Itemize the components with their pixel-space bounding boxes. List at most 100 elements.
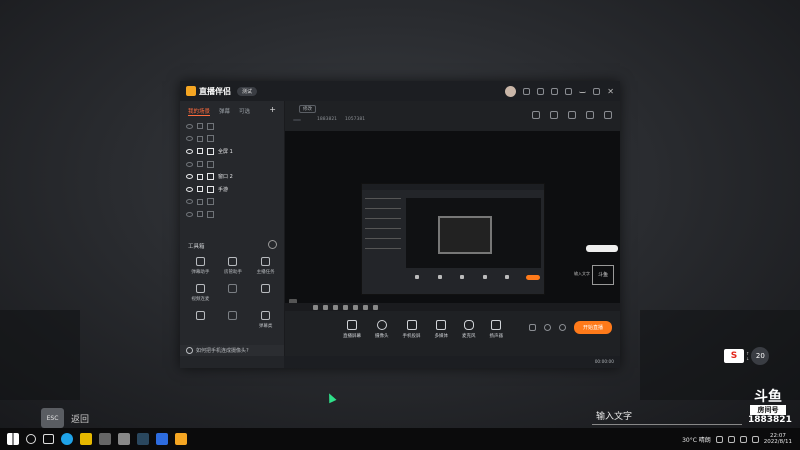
scene-item[interactable] (180, 158, 284, 171)
title-bar: 直播伴侣 测试 ✕ (180, 81, 620, 101)
minimize-icon[interactable] (579, 89, 587, 93)
preview-taskbar (285, 303, 620, 311)
category-selector[interactable] (293, 118, 301, 121)
toolbox-settings-icon[interactable] (268, 240, 277, 249)
scene-item[interactable] (180, 208, 284, 221)
tool-item[interactable] (184, 311, 217, 329)
edge-icon[interactable] (61, 433, 73, 445)
network-icon[interactable] (727, 435, 735, 443)
scene-item[interactable]: 窗口 2 (180, 170, 284, 183)
back-label[interactable]: 返回 (71, 412, 89, 425)
media-button[interactable]: 多媒体 (434, 319, 449, 339)
scene-item[interactable] (180, 120, 284, 133)
volume-icon[interactable] (739, 435, 747, 443)
eye-icon[interactable] (186, 148, 193, 154)
avatar[interactable] (505, 85, 517, 97)
weather[interactable]: 30°C 晴朗 (682, 435, 711, 444)
help-hint[interactable]: 如何把手机连成摄像头? (180, 345, 284, 356)
windows-taskbar: 30°C 晴朗 22:07 2022/8/11 (0, 428, 800, 450)
tool-item[interactable]: 视频连麦 (184, 284, 217, 302)
settings-icon[interactable] (558, 324, 566, 331)
tab-my-scenes[interactable]: 我的场景 (188, 107, 211, 116)
steam-icon[interactable] (137, 433, 149, 445)
gift-icon[interactable] (551, 87, 559, 95)
video-camera-icon[interactable] (528, 324, 536, 331)
gift-box-icon[interactable] (532, 111, 540, 119)
tool-item[interactable]: 房管助手 (217, 257, 250, 275)
lock-icon[interactable] (197, 161, 203, 168)
lock-icon[interactable] (197, 198, 203, 205)
windows-start-icon[interactable] (7, 433, 19, 445)
support-icon[interactable] (523, 87, 531, 95)
record-icon[interactable] (568, 111, 576, 119)
tool-item[interactable]: 弹幕助手 (184, 257, 217, 275)
app-icon[interactable] (80, 433, 92, 445)
scene-item[interactable] (180, 133, 284, 146)
tab-danmu[interactable]: 弹幕 (219, 107, 230, 116)
share-icon[interactable] (604, 111, 612, 119)
lock-icon[interactable] (550, 111, 558, 119)
cpu-usage: 20 (751, 347, 770, 365)
source-icon (207, 135, 214, 143)
eye-icon[interactable] (186, 161, 193, 167)
scene-item[interactable]: 手游 (180, 183, 284, 196)
danmu-helper-icon (195, 257, 205, 266)
microphone-button[interactable]: 麦克风 (462, 319, 476, 339)
tool-label: 房管助手 (223, 270, 242, 275)
edit-title-button[interactable]: 修改 (299, 105, 316, 113)
bell-icon[interactable] (586, 111, 594, 119)
tool-label: 视频连麦 (191, 297, 210, 302)
screen-capture-button[interactable]: 直播屏幕 (343, 319, 361, 339)
eye-icon[interactable] (186, 174, 193, 180)
eye-icon[interactable] (186, 211, 193, 217)
menu-icon[interactable] (565, 87, 573, 95)
add-scene-icon[interactable]: + (269, 106, 276, 116)
camera-button[interactable]: 摄像头 (375, 319, 389, 339)
search-icon[interactable] (26, 434, 36, 444)
text-input-placeholder[interactable]: 输入文字 (596, 409, 632, 422)
app-icon[interactable] (156, 433, 168, 445)
scene-item[interactable] (180, 196, 284, 209)
version-badge[interactable]: 测试 (237, 86, 258, 96)
chevron-up-icon[interactable] (715, 435, 723, 443)
tool-item[interactable] (217, 311, 250, 329)
lock-icon[interactable] (197, 148, 203, 155)
hint-text: 如何把手机连成摄像头? (196, 348, 249, 354)
lock-icon[interactable] (197, 135, 203, 142)
tool-item[interactable]: 主播任务 (249, 257, 282, 275)
esc-button[interactable]: ESC (41, 408, 64, 428)
close-icon[interactable]: ✕ (607, 87, 614, 95)
live-companion-taskbar-icon[interactable] (175, 433, 187, 445)
battery-icon[interactable] (751, 435, 759, 443)
lock-icon[interactable] (197, 186, 203, 193)
tool-item[interactable] (217, 284, 250, 302)
app-icon[interactable] (118, 433, 130, 445)
control-label: 多媒体 (434, 333, 449, 339)
app-icon[interactable] (99, 433, 111, 445)
message-icon[interactable] (537, 87, 545, 95)
speaker-button[interactable]: 扬声器 (490, 319, 503, 339)
stream-preview[interactable]: 斗鱼 输入文字 (285, 131, 620, 311)
eye-icon[interactable] (186, 123, 193, 129)
maximize-icon[interactable] (593, 87, 601, 95)
tab-optional[interactable]: 可选 (239, 107, 250, 116)
lock-icon[interactable] (197, 173, 203, 180)
performance-widget[interactable]: S ↑ ↓ 20 (724, 346, 800, 366)
download-icon (228, 284, 238, 293)
eye-icon[interactable] (186, 136, 193, 142)
tool-item[interactable]: 弹幕类 (249, 311, 282, 329)
phone-cast-button[interactable]: 手机投屏 (403, 319, 421, 339)
eye-icon[interactable] (186, 199, 193, 205)
eye-icon[interactable] (186, 186, 193, 192)
task-view-icon[interactable] (43, 434, 54, 444)
lock-icon[interactable] (197, 123, 203, 130)
microphone-icon (463, 319, 474, 330)
nested-preview-window (361, 183, 545, 295)
eye-icon[interactable] (543, 324, 551, 331)
window-icon (207, 173, 214, 181)
tool-item[interactable] (249, 284, 282, 302)
clock[interactable]: 22:07 2022/8/11 (764, 433, 792, 445)
start-live-button[interactable]: 开始直播 (573, 321, 612, 334)
lock-icon[interactable] (197, 211, 203, 218)
scene-item[interactable]: 全屏 1 (180, 145, 284, 158)
